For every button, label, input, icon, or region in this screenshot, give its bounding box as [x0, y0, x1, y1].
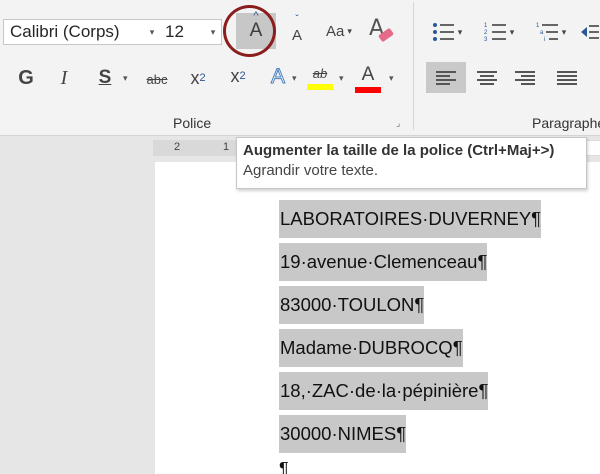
caret-down-icon: ˇ	[295, 14, 299, 25]
document-line[interactable]: LABORATOIRES·DUVERNEY¶	[279, 200, 542, 238]
subscript-base: x	[190, 67, 200, 88]
bold-label: G	[18, 66, 34, 89]
shrink-font-button[interactable]: ˇ A	[284, 14, 310, 48]
font-color-label: A	[361, 63, 375, 85]
chevron-down-icon[interactable]: ▾	[347, 26, 352, 37]
bullets-button[interactable]: ▾	[428, 18, 466, 46]
align-center-button[interactable]	[472, 62, 502, 93]
ruler-mark: 1	[223, 141, 230, 153]
align-right-icon	[515, 70, 535, 85]
italic-label: I	[60, 66, 68, 89]
align-left-icon	[436, 70, 456, 85]
italic-button[interactable]: I	[50, 64, 78, 92]
multilevel-list-button[interactable]: 1 a i ▾	[532, 18, 570, 46]
tooltip: Augmenter la taille de la police (Ctrl+M…	[236, 137, 587, 189]
chevron-down-icon[interactable]: ▾	[146, 20, 158, 44]
highlight-color-button[interactable]: ab	[306, 62, 334, 94]
align-center-icon	[477, 70, 497, 85]
clear-formatting-button[interactable]: A	[364, 12, 396, 46]
bullet-list-icon	[432, 23, 454, 41]
chevron-down-icon[interactable]: ▾	[562, 27, 567, 38]
change-case-label: Aa	[326, 22, 345, 40]
align-left-button[interactable]	[426, 62, 466, 93]
highlight-label: ab	[312, 66, 328, 81]
numbering-button[interactable]: 1 2 3 ▾	[480, 18, 518, 46]
shrink-font-icon: A	[291, 26, 302, 44]
font-name-combo[interactable]: Calibri (Corps) ▾	[3, 19, 161, 45]
paragraph-group-label: Paragraphe	[532, 115, 600, 131]
underline-button[interactable]: S	[92, 64, 118, 92]
justify-icon	[557, 70, 577, 85]
svg-text:2: 2	[484, 30, 488, 36]
strikethrough-button[interactable]: abc	[142, 66, 172, 92]
chevron-down-icon[interactable]: ▾	[510, 27, 515, 38]
tooltip-title: Augmenter la taille de la police (Ctrl+M…	[243, 142, 555, 159]
font-color-button[interactable]: A	[354, 62, 382, 94]
svg-text:i: i	[544, 37, 545, 43]
superscript-base: x	[230, 65, 240, 86]
font-size-combo[interactable]: 12 ▾	[160, 19, 222, 45]
tooltip-description: Agrandir votre texte.	[243, 162, 379, 179]
bold-button[interactable]: G	[12, 64, 40, 92]
ribbon: Calibri (Corps) ▾ 12 ▾ ^ A ˇ A Aa ▾ A G …	[0, 0, 600, 136]
group-divider	[413, 2, 414, 130]
change-case-button[interactable]: Aa ▾	[322, 18, 356, 44]
svg-text:3: 3	[484, 37, 488, 43]
document-line[interactable]: 18,·ZAC·de·la·pépinière¶	[279, 372, 489, 410]
chevron-down-icon[interactable]: ▾	[458, 27, 463, 38]
dialog-launcher-icon[interactable]: ⌟	[396, 118, 400, 129]
svg-text:1: 1	[536, 23, 540, 29]
font-size-value: 12	[165, 22, 184, 41]
justify-button[interactable]	[552, 62, 582, 93]
font-group-label: Police	[173, 115, 212, 131]
underline-label: S	[98, 67, 112, 88]
ruler-mark: 2	[174, 141, 181, 153]
annotation-circle	[223, 5, 276, 57]
subscript-mark: 2	[199, 72, 206, 84]
svg-text:a: a	[540, 30, 544, 36]
clear-formatting-icon: A	[369, 16, 394, 42]
font-color-swatch	[355, 86, 381, 93]
font-name-value: Calibri (Corps)	[10, 22, 120, 41]
strikethrough-label: abc	[146, 71, 168, 87]
superscript-button[interactable]: x2	[224, 62, 252, 90]
decrease-indent-icon	[581, 25, 599, 39]
superscript-mark: 2	[239, 70, 246, 82]
text-effects-label: A	[270, 65, 285, 89]
numbered-list-icon: 1 2 3	[484, 23, 506, 43]
document-line[interactable]: Madame·DUBROCQ¶	[279, 329, 463, 367]
document-line[interactable]: 19·avenue·Clemenceau¶	[279, 243, 488, 281]
chevron-down-icon[interactable]: ▾	[207, 20, 219, 44]
align-right-button[interactable]	[510, 62, 540, 93]
chevron-down-icon[interactable]: ▾	[123, 73, 128, 84]
multilevel-list-icon: 1 a i	[536, 23, 558, 43]
document-line[interactable]: 30000·NIMES¶	[279, 415, 407, 453]
chevron-down-icon[interactable]: ▾	[292, 73, 297, 84]
chevron-down-icon[interactable]: ▾	[389, 73, 394, 84]
text-effects-button[interactable]: A	[266, 62, 290, 92]
highlight-swatch	[307, 84, 333, 90]
paragraph-mark: ¶	[279, 459, 289, 474]
decrease-indent-button[interactable]	[578, 20, 600, 44]
subscript-button[interactable]: x2	[184, 64, 212, 92]
svg-text:1: 1	[484, 23, 488, 29]
chevron-down-icon[interactable]: ▾	[339, 73, 344, 84]
document-line[interactable]: 83000·TOULON¶	[279, 286, 425, 324]
